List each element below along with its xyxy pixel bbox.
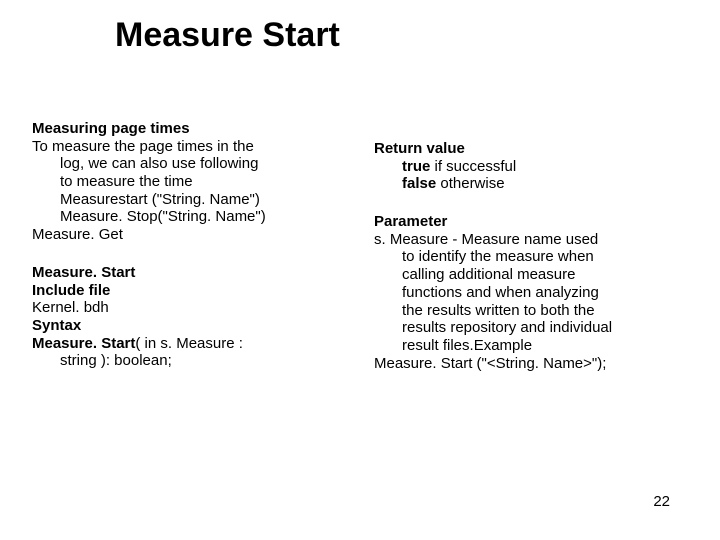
- text: Measure. Start: [32, 335, 135, 352]
- text: to identify the measure when: [402, 248, 594, 265]
- body-columns: Measuring page times To measure the page…: [32, 120, 688, 372]
- text: ( in s. Measure :: [135, 335, 243, 352]
- left-heading-1: Measuring page times: [32, 120, 346, 138]
- right-column: Return value true if successful false ot…: [374, 120, 688, 372]
- text: false: [402, 175, 436, 192]
- right-line-example: Measure. Start ("<String. Name>");: [374, 355, 688, 373]
- right-line-true: true if successful: [374, 158, 688, 176]
- text: otherwise: [436, 175, 504, 192]
- left-column: Measuring page times To measure the page…: [32, 120, 346, 372]
- right-heading-1: Return value: [374, 140, 688, 158]
- text: results repository and individual: [402, 319, 612, 336]
- left-line-kernel: Kernel. bdh: [32, 299, 346, 317]
- text: to measure the time: [60, 173, 193, 190]
- text: calling additional measure: [402, 266, 575, 283]
- left-heading-3: Include file: [32, 282, 346, 300]
- text: s. Measure - Measure name used: [374, 231, 598, 248]
- text: log, we can also use following: [60, 155, 258, 172]
- left-syntax: Measure. Start( in s. Measure : string )…: [32, 335, 346, 370]
- text: result files.Example: [402, 337, 532, 354]
- text: the results written to both the: [402, 302, 595, 319]
- page-number: 22: [653, 493, 670, 510]
- text: functions and when analyzing: [402, 284, 599, 301]
- text: true: [402, 158, 430, 175]
- slide-title: Measure Start: [115, 16, 340, 55]
- left-line-measurestop: Measure. Stop("String. Name"): [32, 208, 346, 226]
- left-heading-4: Syntax: [32, 317, 346, 335]
- right-heading-2: Parameter: [374, 213, 688, 231]
- left-line-measurestart: Measurestart ("String. Name"): [32, 191, 346, 209]
- text: if successful: [430, 158, 516, 175]
- left-heading-2: Measure. Start: [32, 264, 346, 282]
- text: string ): boolean;: [60, 352, 172, 369]
- right-parameter-desc: s. Measure - Measure name used to identi…: [374, 231, 688, 355]
- text: To measure the page times in the: [32, 138, 254, 155]
- left-para-1: To measure the page times in the log, we…: [32, 138, 346, 191]
- left-line-measureget: Measure. Get: [32, 226, 346, 244]
- right-line-false: false otherwise: [374, 175, 688, 193]
